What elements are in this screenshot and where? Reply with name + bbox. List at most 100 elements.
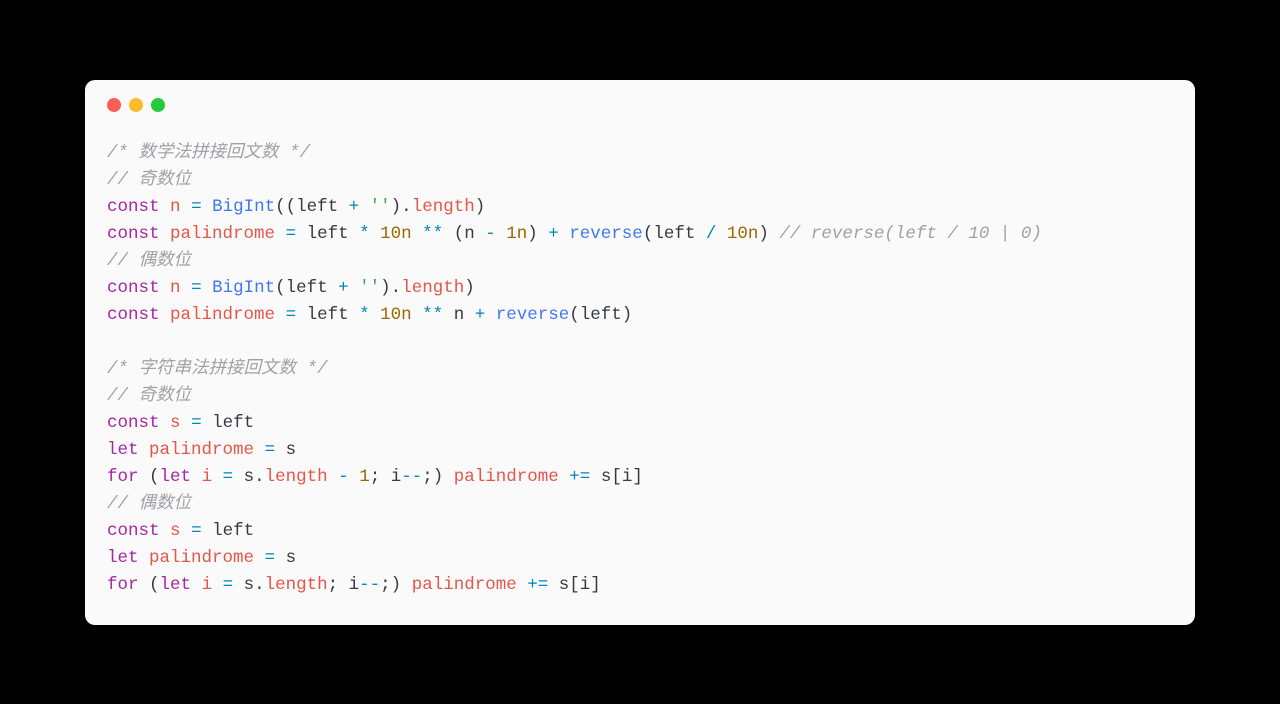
zoom-icon[interactable]: [151, 98, 165, 112]
code-token: s[i]: [548, 575, 601, 595]
code-token: 1n: [506, 224, 527, 244]
code-token: [254, 548, 265, 568]
code-token: [517, 575, 528, 595]
code-token: /* 字符串法拼接回文数 */: [107, 359, 328, 379]
code-token: ; i: [328, 575, 360, 595]
code-token: [160, 224, 171, 244]
code-token: s: [275, 548, 296, 568]
code-line: const n = BigInt(left + '').length): [107, 275, 1173, 302]
code-token: reverse: [496, 305, 570, 325]
code-window: /* 数学法拼接回文数 */// 奇数位const n = BigInt((le…: [85, 80, 1195, 625]
code-token: 1: [359, 467, 370, 487]
code-token: // 偶数位: [107, 251, 191, 271]
code-token: (left): [569, 305, 632, 325]
code-line: const palindrome = left * 10n ** n + rev…: [107, 302, 1173, 329]
code-token: [181, 278, 192, 298]
code-token: [160, 521, 171, 541]
code-token: =: [223, 575, 234, 595]
code-token: length: [401, 278, 464, 298]
code-token: // 奇数位: [107, 386, 191, 406]
code-token: ): [758, 224, 779, 244]
code-token: [181, 521, 192, 541]
code-token: [160, 197, 171, 217]
code-token: **: [422, 224, 443, 244]
code-token: left: [202, 521, 255, 541]
code-token: *: [359, 224, 370, 244]
code-token: // reverse(left / 10 | 0): [779, 224, 1042, 244]
code-token: const: [107, 521, 160, 541]
code-token: [212, 467, 223, 487]
code-line: // 奇数位: [107, 383, 1173, 410]
code-token: [349, 467, 360, 487]
code-line: const palindrome = left * 10n ** (n - 1n…: [107, 221, 1173, 248]
code-token: +: [338, 278, 349, 298]
code-token: (left: [275, 278, 338, 298]
code-token: [559, 467, 570, 487]
code-token: [191, 575, 202, 595]
code-token: [181, 413, 192, 433]
code-token: length: [265, 575, 328, 595]
code-token: +: [349, 197, 360, 217]
code-token: ): [475, 197, 486, 217]
code-token: [328, 467, 339, 487]
code-token: [349, 278, 360, 298]
code-token: =: [223, 467, 234, 487]
code-token: for: [107, 467, 139, 487]
code-token: s: [170, 413, 181, 433]
code-token: ((left: [275, 197, 349, 217]
code-token: =: [265, 548, 276, 568]
code-token: -: [485, 224, 496, 244]
code-token: [160, 305, 171, 325]
code-token: [139, 440, 150, 460]
code-token: n: [170, 278, 181, 298]
code-line: // 偶数位: [107, 248, 1173, 275]
code-line: let palindrome = s: [107, 545, 1173, 572]
code-line: for (let i = s.length; i--;) palindrome …: [107, 572, 1173, 599]
code-line: const s = left: [107, 518, 1173, 545]
code-line: // 奇数位: [107, 167, 1173, 194]
code-token: reverse: [569, 224, 643, 244]
code-token: =: [191, 197, 202, 217]
code-token: [160, 278, 171, 298]
code-token: [275, 305, 286, 325]
code-token: left: [202, 413, 255, 433]
code-token: n: [443, 305, 475, 325]
code-token: [181, 197, 192, 217]
minimize-icon[interactable]: [129, 98, 143, 112]
code-token: i: [202, 467, 213, 487]
code-token: let: [160, 575, 192, 595]
code-token: s.: [233, 467, 265, 487]
code-token: (left: [643, 224, 706, 244]
code-token: const: [107, 413, 160, 433]
code-line: const s = left: [107, 410, 1173, 437]
code-token: 10n: [380, 224, 412, 244]
code-token: ).: [391, 197, 412, 217]
code-line: /* 字符串法拼接回文数 */: [107, 356, 1173, 383]
code-token: /* 数学法拼接回文数 */: [107, 143, 310, 163]
code-line: for (let i = s.length - 1; i--;) palindr…: [107, 464, 1173, 491]
code-token: [716, 224, 727, 244]
code-token: (: [139, 575, 160, 595]
code-token: for: [107, 575, 139, 595]
code-token: [412, 305, 423, 325]
close-icon[interactable]: [107, 98, 121, 112]
code-token: [139, 548, 150, 568]
code-token: palindrome: [170, 305, 275, 325]
code-token: '': [370, 197, 391, 217]
code-token: =: [286, 224, 297, 244]
code-token: let: [107, 440, 139, 460]
code-token: [370, 305, 381, 325]
code-token: *: [359, 305, 370, 325]
code-token: =: [191, 278, 202, 298]
code-token: +=: [569, 467, 590, 487]
code-token: let: [160, 467, 192, 487]
code-token: palindrome: [454, 467, 559, 487]
code-token: // 奇数位: [107, 170, 191, 190]
code-token: n: [170, 197, 181, 217]
code-line: /* 数学法拼接回文数 */: [107, 140, 1173, 167]
code-token: ;): [380, 575, 412, 595]
code-token: i: [202, 575, 213, 595]
code-token: [496, 224, 507, 244]
code-token: [275, 224, 286, 244]
code-token: '': [359, 278, 380, 298]
